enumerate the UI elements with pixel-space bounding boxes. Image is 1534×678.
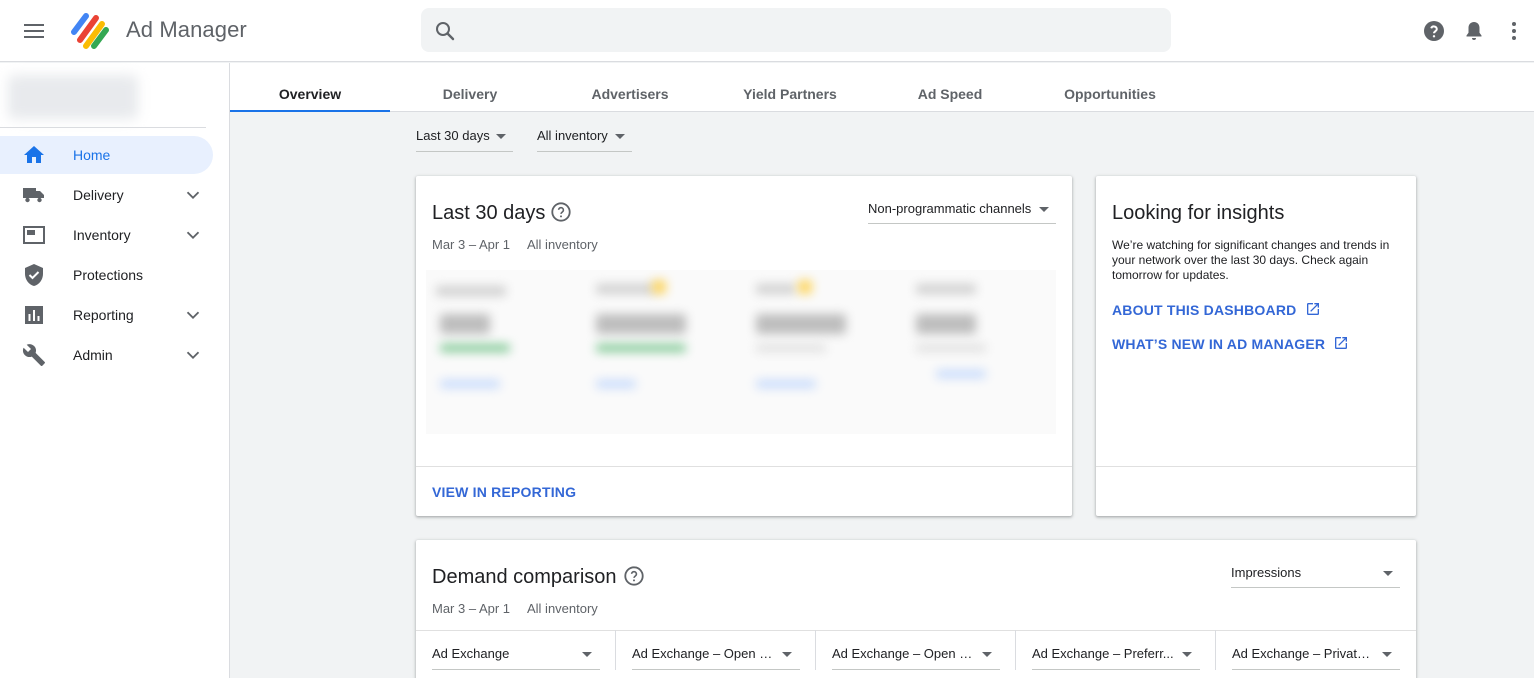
link-label: ABOUT THIS DASHBOARD <box>1112 302 1297 318</box>
tab-opportunities[interactable]: Opportunities <box>1030 63 1190 111</box>
sidebar-item-protections[interactable]: Protections <box>0 256 213 294</box>
card-title: Last 30 days <box>432 202 546 224</box>
insights-card: Looking for insights We’re watching for … <box>1096 176 1416 516</box>
insights-body: We’re watching for significant changes a… <box>1112 238 1390 282</box>
dropdown-arrow-icon <box>1383 571 1393 576</box>
sidebar-item-delivery[interactable]: Delivery <box>0 176 213 214</box>
chevron-down-icon[interactable] <box>182 184 204 206</box>
wrench-icon <box>22 344 45 366</box>
tab-overview[interactable]: Overview <box>230 63 390 112</box>
inventory-icon <box>23 226 45 244</box>
help-icon[interactable] <box>1422 19 1446 43</box>
dropdown-arrow-icon <box>496 134 506 139</box>
sidebar-item-label: Inventory <box>73 227 131 243</box>
top-app-bar: Ad Manager <box>0 0 1534 62</box>
dropdown-arrow-icon <box>782 652 792 657</box>
whats-new-link[interactable]: WHAT’S NEW IN AD MANAGER <box>1112 335 1349 352</box>
tab-bar: Overview Delivery Advertisers Yield Part… <box>230 63 1534 112</box>
help-outline-icon[interactable] <box>550 201 572 223</box>
demand-filter-label: Ad Exchange – Preferr... <box>1032 646 1174 661</box>
sidebar-item-inventory[interactable]: Inventory <box>0 216 213 254</box>
dropdown-arrow-icon <box>1182 652 1192 657</box>
app-title: Ad Manager <box>126 17 247 42</box>
search-icon <box>436 22 455 41</box>
sidebar-item-label: Admin <box>73 347 113 363</box>
channel-dropdown[interactable]: Non-programmatic channels <box>868 198 1056 224</box>
sidebar-item-label: Delivery <box>73 187 124 203</box>
main-menu-button[interactable] <box>18 17 50 45</box>
sidebar-divider <box>0 127 206 128</box>
sidebar-item-label: Reporting <box>73 307 134 323</box>
sidebar-item-home[interactable]: Home <box>0 136 213 174</box>
inventory-text: All inventory <box>527 601 598 616</box>
demand-filter-label: Ad Exchange – Private ... <box>1232 646 1377 661</box>
metric-value: Impressions <box>1231 565 1302 580</box>
blurred-metrics <box>426 270 1056 434</box>
shield-icon <box>25 264 43 286</box>
sidebar-item-reporting[interactable]: Reporting <box>0 296 213 334</box>
date-range-dropdown[interactable]: Last 30 days <box>416 120 513 152</box>
card-title: Demand comparison <box>432 566 617 588</box>
metric-dropdown[interactable]: Impressions <box>1231 562 1400 588</box>
tab-yield-partners[interactable]: Yield Partners <box>710 63 870 111</box>
date-range-text: Mar 3 – Apr 1 <box>432 601 511 616</box>
date-range-value: Last 30 days <box>416 128 490 143</box>
sidebar: Home Delivery Inventory Protections Repo… <box>0 63 230 678</box>
demand-filter-1[interactable]: Ad Exchange <box>416 630 616 670</box>
dropdown-arrow-icon <box>615 134 625 139</box>
hamburger-menu-icon <box>24 24 44 38</box>
link-label: WHAT’S NEW IN AD MANAGER <box>1112 336 1326 352</box>
about-dashboard-link[interactable]: ABOUT THIS DASHBOARD <box>1112 301 1321 318</box>
chevron-down-icon[interactable] <box>182 224 204 246</box>
tab-ad-speed[interactable]: Ad Speed <box>870 63 1030 111</box>
sidebar-item-admin[interactable]: Admin <box>0 336 213 374</box>
card-divider <box>416 466 1072 467</box>
demand-filter-label: Ad Exchange – Open a... <box>632 646 777 661</box>
demand-filter-2[interactable]: Ad Exchange – Open a... <box>616 630 816 670</box>
ad-manager-logo-icon[interactable] <box>68 10 112 52</box>
network-selector[interactable] <box>8 75 138 119</box>
date-range-text: Mar 3 – Apr 1 <box>432 237 511 252</box>
card-title: Looking for insights <box>1112 202 1285 224</box>
notifications-bell-icon[interactable] <box>1462 19 1486 43</box>
help-outline-icon[interactable] <box>623 565 645 587</box>
demand-comparison-card: Demand comparison Impressions Mar 3 – Ap… <box>416 540 1416 678</box>
inventory-value: All inventory <box>537 128 608 143</box>
summary-card: Last 30 days Non-programmatic channels M… <box>416 176 1072 516</box>
inventory-dropdown[interactable]: All inventory <box>537 120 632 152</box>
search-input[interactable] <box>469 8 1159 52</box>
sidebar-item-label: Protections <box>73 267 144 283</box>
open-in-new-icon <box>1335 337 1348 349</box>
demand-filter-label: Ad Exchange <box>432 646 510 661</box>
sidebar-item-label: Home <box>73 147 111 163</box>
bar-chart-icon <box>25 306 43 324</box>
dropdown-arrow-icon <box>1382 652 1392 657</box>
tab-delivery[interactable]: Delivery <box>390 63 550 111</box>
more-vert-icon[interactable] <box>1502 19 1526 43</box>
inventory-text: All inventory <box>527 237 598 252</box>
card-divider <box>1096 466 1416 467</box>
dropdown-arrow-icon <box>582 652 592 657</box>
tab-advertisers[interactable]: Advertisers <box>550 63 710 111</box>
demand-filter-5[interactable]: Ad Exchange – Private ... <box>1216 630 1416 670</box>
home-icon <box>24 146 44 163</box>
demand-filter-4[interactable]: Ad Exchange – Preferr... <box>1016 630 1216 670</box>
chevron-down-icon[interactable] <box>182 344 204 366</box>
demand-filter-label: Ad Exchange – Open a... <box>832 646 977 661</box>
demand-filter-3[interactable]: Ad Exchange – Open a... <box>816 630 1016 670</box>
view-in-reporting-link[interactable]: VIEW IN REPORTING <box>432 484 576 500</box>
open-in-new-icon <box>1306 303 1319 315</box>
search-bar[interactable] <box>421 8 1171 52</box>
channel-value: Non-programmatic channels <box>868 201 1032 216</box>
dropdown-arrow-icon <box>982 652 992 657</box>
dropdown-arrow-icon <box>1039 207 1049 212</box>
truck-icon <box>23 188 44 203</box>
chevron-down-icon[interactable] <box>182 304 204 326</box>
